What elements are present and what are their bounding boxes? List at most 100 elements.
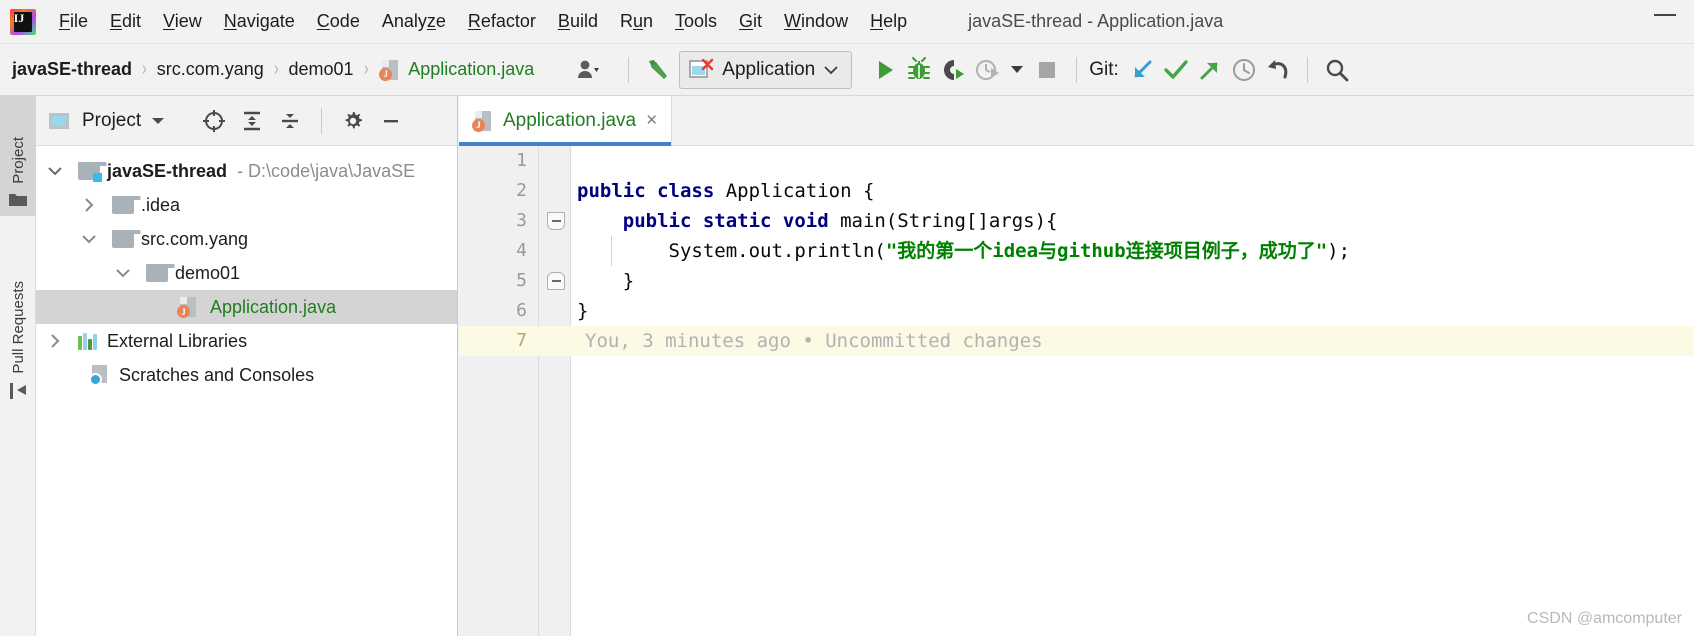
run-with-coverage-button[interactable] [936, 53, 970, 87]
folder-icon [112, 196, 141, 214]
stop-button[interactable] [1030, 53, 1064, 87]
expand-all-button[interactable] [235, 104, 269, 138]
toolbar-divider [1076, 56, 1078, 83]
breadcrumb-separator: › [273, 58, 279, 80]
chevron-down-icon[interactable] [44, 160, 66, 182]
code-text: } [577, 270, 635, 292]
code-text: System.out.println("我的第一个idea与github连接项目… [577, 240, 1351, 262]
menu-item-window[interactable]: Window [773, 9, 859, 34]
build-hammer-button[interactable] [641, 53, 675, 87]
breadcrumb-package[interactable]: src.com.yang [157, 59, 264, 80]
tree-row-scratches[interactable]: Scratches and Consoles [36, 358, 457, 392]
ide-window: IJ File Edit View Navigate Code Analyze … [0, 0, 1694, 636]
profiler-icon [976, 59, 1000, 80]
collapse-all-button[interactable] [273, 104, 307, 138]
breadcrumb-folder[interactable]: demo01 [288, 59, 353, 80]
tree-row-src-package[interactable]: src.com.yang [36, 222, 457, 256]
tree-row-idea[interactable]: .idea [36, 188, 457, 222]
git-update-button[interactable] [1125, 53, 1159, 87]
hide-panel-button[interactable] [374, 104, 408, 138]
breadcrumb-file[interactable]: Application.java [408, 59, 534, 80]
menu-item-refactor[interactable]: Refactor [457, 9, 547, 34]
tree-label: demo01 [175, 262, 241, 283]
code-line: 5 } [459, 266, 1694, 296]
menu-item-code[interactable]: Code [306, 9, 371, 34]
menu-item-git[interactable]: Git [728, 9, 773, 34]
editor-tab-application-java[interactable]: J Application.java × [459, 96, 673, 146]
project-tree: javaSE-thread - D:\code\java\JavaSE .ide… [36, 146, 457, 392]
scratches-icon [89, 365, 112, 386]
pull-request-icon [10, 383, 26, 399]
stripe-button-project[interactable]: Project [0, 96, 36, 216]
code-line-blame: 7 You, 3 minutes ago • Uncommitted chang… [459, 326, 1694, 356]
watermark: CSDN @amcomputer [1527, 610, 1682, 627]
git-toolbar-label: Git: [1089, 58, 1119, 80]
menu-item-build[interactable]: Build [547, 9, 609, 34]
run-configuration-label: Application [722, 58, 816, 80]
minimize-button[interactable] [1654, 14, 1676, 16]
menu-item-analyze[interactable]: Analyze [371, 9, 457, 34]
line-number: 7 [516, 330, 527, 351]
select-opened-file-button[interactable] [197, 104, 231, 138]
run-button[interactable] [868, 53, 902, 87]
stripe-label-project: Project [9, 137, 27, 184]
close-icon[interactable]: × [646, 111, 657, 130]
menu-item-view[interactable]: View [152, 9, 213, 34]
menu-item-navigate[interactable]: Navigate [213, 9, 306, 34]
profile-button[interactable] [970, 53, 1004, 87]
stripe-button-pull-requests[interactable]: Pull Requests [0, 224, 36, 409]
arrow-up-right-icon [1200, 62, 1218, 79]
menu-item-help[interactable]: Help [859, 9, 918, 34]
toolbar-divider [1306, 56, 1308, 83]
profile-dropdown[interactable] [1004, 53, 1030, 87]
debug-button[interactable] [902, 53, 936, 87]
folder-icon [9, 194, 27, 206]
menu-item-run[interactable]: Run [609, 9, 664, 34]
project-panel-header: Project [36, 96, 457, 146]
tree-module-path: - D:\code\java\JavaSE [237, 160, 416, 181]
tree-row-demo01[interactable]: demo01 [36, 256, 457, 290]
clock-icon [1232, 58, 1255, 81]
user-avatar-dropdown[interactable] [562, 53, 616, 87]
window-title: javaSE-thread - Application.java [968, 11, 1224, 31]
code-text: public class Application { [577, 180, 875, 202]
breadcrumb-separator: › [363, 58, 369, 80]
panel-divider [321, 107, 323, 134]
run-configuration-selector[interactable]: Application [679, 50, 853, 89]
project-view-icon [49, 112, 69, 129]
chevron-right-icon[interactable] [44, 330, 66, 352]
menu-item-file[interactable]: File [48, 9, 99, 34]
chevron-down-icon[interactable] [78, 228, 100, 250]
application-config-icon [689, 58, 714, 78]
chevron-right-icon[interactable] [78, 194, 100, 216]
tree-label: src.com.yang [141, 228, 249, 249]
code-fold-marker-open[interactable] [547, 212, 565, 230]
git-rollback-button[interactable] [1261, 53, 1295, 87]
menu-bar: IJ File Edit View Navigate Code Analyze … [0, 0, 1694, 44]
tree-row-module[interactable]: javaSE-thread - D:\code\java\JavaSE [36, 154, 457, 188]
git-push-button[interactable] [1193, 53, 1227, 87]
code-fold-marker-close[interactable] [547, 272, 565, 290]
tree-row-external-libraries[interactable]: External Libraries [36, 324, 457, 358]
settings-button[interactable] [336, 104, 370, 138]
gear-icon [345, 111, 363, 128]
breadcrumb-project[interactable]: javaSE-thread [12, 59, 132, 80]
code-text: } [577, 300, 589, 322]
line-number: 3 [516, 210, 527, 231]
chevron-down-icon[interactable] [112, 262, 134, 284]
code-canvas[interactable]: 1 2 public class Application { 3 public … [459, 146, 1694, 636]
menu-item-edit[interactable]: Edit [99, 9, 152, 34]
git-commit-button[interactable] [1159, 53, 1193, 87]
java-file-icon: J [472, 110, 493, 132]
chevron-down-icon[interactable] [149, 115, 167, 127]
line-number: 4 [516, 240, 527, 261]
code-line: 6 } [459, 296, 1694, 326]
vcs-blame-text: You, 3 minutes ago • Uncommitted changes [585, 330, 1043, 352]
git-history-button[interactable] [1227, 53, 1261, 87]
menu-item-tools[interactable]: Tools [664, 9, 728, 34]
search-everywhere-button[interactable] [1320, 53, 1354, 87]
tree-row-application-java[interactable]: J Application.java [36, 290, 457, 324]
breadcrumb-separator: › [142, 58, 147, 80]
tree-label: javaSE-thread [107, 160, 228, 181]
tree-label: External Libraries [107, 330, 248, 351]
